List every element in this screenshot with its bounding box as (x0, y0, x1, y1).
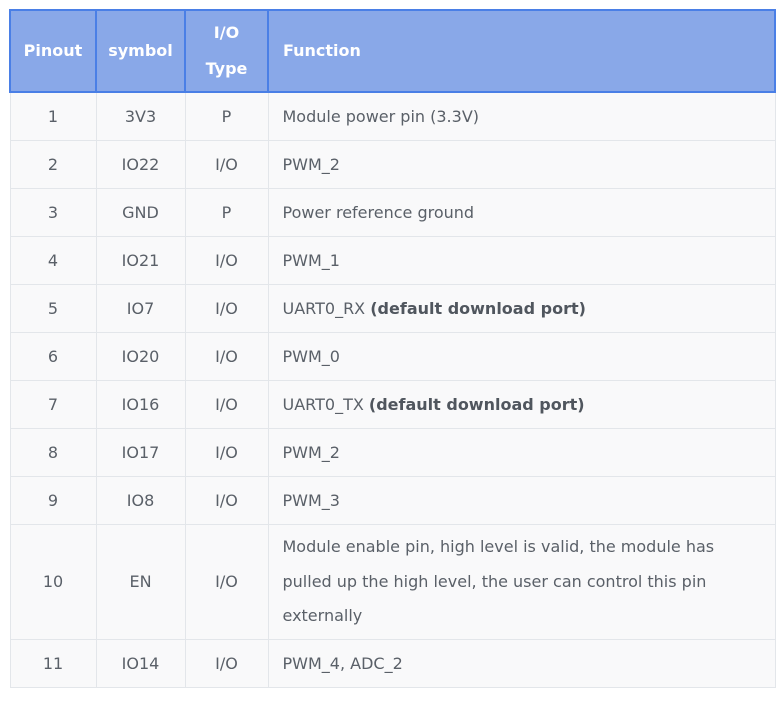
cell-symbol: IO22 (95, 140, 186, 189)
function-note: (default download port) (370, 299, 586, 318)
function-text: Power reference ground (282, 203, 475, 222)
table-row: 9 IO8 I/O PWM_3 (9, 476, 776, 525)
table-row: 2 IO22 I/O PWM_2 (9, 140, 776, 189)
cell-symbol: GND (95, 188, 186, 237)
cell-io-type: P (184, 91, 269, 141)
table-row: 4 IO21 I/O PWM_1 (9, 236, 776, 285)
cell-pinout: 5 (9, 284, 97, 333)
cell-io-type: I/O (184, 140, 269, 189)
function-text: PWM_3 (282, 491, 340, 510)
cell-io-type: I/O (184, 236, 269, 285)
cell-symbol: IO16 (95, 380, 186, 429)
function-text: UART0_RX (282, 299, 371, 318)
cell-symbol: IO21 (95, 236, 186, 285)
cell-io-type: I/O (184, 524, 269, 640)
cell-io-type: I/O (184, 332, 269, 381)
function-text: PWM_2 (282, 155, 340, 174)
table-row: 7 IO16 I/O UART0_TX (default download po… (9, 380, 776, 429)
cell-symbol: IO8 (95, 476, 186, 525)
cell-io-type: P (184, 188, 269, 237)
header-row: Pinout symbol I/O Type Function (9, 9, 776, 93)
function-note: (default download port) (368, 395, 585, 414)
table-row: 8 IO17 I/O PWM_2 (9, 428, 776, 477)
cell-function: PWM_0 (267, 332, 776, 381)
cell-function: Power reference ground (267, 188, 776, 237)
cell-io-type: I/O (184, 380, 269, 429)
header-symbol: symbol (95, 9, 186, 93)
cell-function: PWM_1 (267, 236, 776, 285)
table-row: 10 EN I/O Module enable pin, high level … (9, 524, 776, 640)
cell-function: UART0_RX (default download port) (267, 284, 776, 333)
cell-symbol: 3V3 (95, 91, 186, 141)
cell-symbol: IO7 (95, 284, 186, 333)
cell-io-type: I/O (184, 428, 269, 477)
function-text: PWM_2 (282, 443, 340, 462)
table-header: Pinout symbol I/O Type Function (9, 9, 776, 93)
cell-function: PWM_4, ADC_2 (267, 639, 776, 688)
cell-io-type: I/O (184, 476, 269, 525)
cell-pinout: 11 (9, 639, 97, 688)
cell-function: UART0_TX (default download port) (267, 380, 776, 429)
cell-pinout: 6 (9, 332, 97, 381)
cell-symbol: IO20 (95, 332, 186, 381)
cell-symbol: IO17 (95, 428, 186, 477)
function-text: UART0_TX (282, 395, 369, 414)
function-text: Module enable pin, high level is valid, … (282, 537, 715, 626)
cell-io-type: I/O (184, 639, 269, 688)
cell-pinout: 8 (9, 428, 97, 477)
table-row: 5 IO7 I/O UART0_RX (default download por… (9, 284, 776, 333)
table-row: 3 GND P Power reference ground (9, 188, 776, 237)
header-io-type-line2: Type (205, 59, 248, 78)
cell-pinout: 4 (9, 236, 97, 285)
table-row: 6 IO20 I/O PWM_0 (9, 332, 776, 381)
cell-pinout: 10 (9, 524, 97, 640)
cell-pinout: 2 (9, 140, 97, 189)
cell-pinout: 9 (9, 476, 97, 525)
cell-pinout: 1 (9, 91, 97, 141)
cell-function: PWM_2 (267, 428, 776, 477)
table-row: 11 IO14 I/O PWM_4, ADC_2 (9, 639, 776, 688)
cell-function: PWM_2 (267, 140, 776, 189)
cell-symbol: EN (95, 524, 186, 640)
header-pinout: Pinout (9, 9, 97, 93)
cell-pinout: 7 (9, 380, 97, 429)
cell-symbol: IO14 (95, 639, 186, 688)
cell-io-type: I/O (184, 284, 269, 333)
function-text: PWM_1 (282, 251, 340, 270)
table-body: 1 3V3 P Module power pin (3.3V) 2 IO22 I… (9, 91, 776, 688)
cell-pinout: 3 (9, 188, 97, 237)
cell-function: PWM_3 (267, 476, 776, 525)
table-row: 1 3V3 P Module power pin (3.3V) (9, 91, 776, 141)
header-io-type: I/O Type (184, 9, 269, 93)
function-text: Module power pin (3.3V) (282, 107, 480, 126)
cell-function: Module power pin (3.3V) (267, 91, 776, 141)
pinout-table: Pinout symbol I/O Type Function 1 3V3 P … (9, 9, 776, 688)
header-function: Function (267, 9, 776, 93)
function-text: PWM_4, ADC_2 (282, 654, 403, 673)
cell-function: Module enable pin, high level is valid, … (267, 524, 776, 640)
function-text: PWM_0 (282, 347, 340, 366)
header-io-type-line1: I/O (213, 23, 240, 42)
